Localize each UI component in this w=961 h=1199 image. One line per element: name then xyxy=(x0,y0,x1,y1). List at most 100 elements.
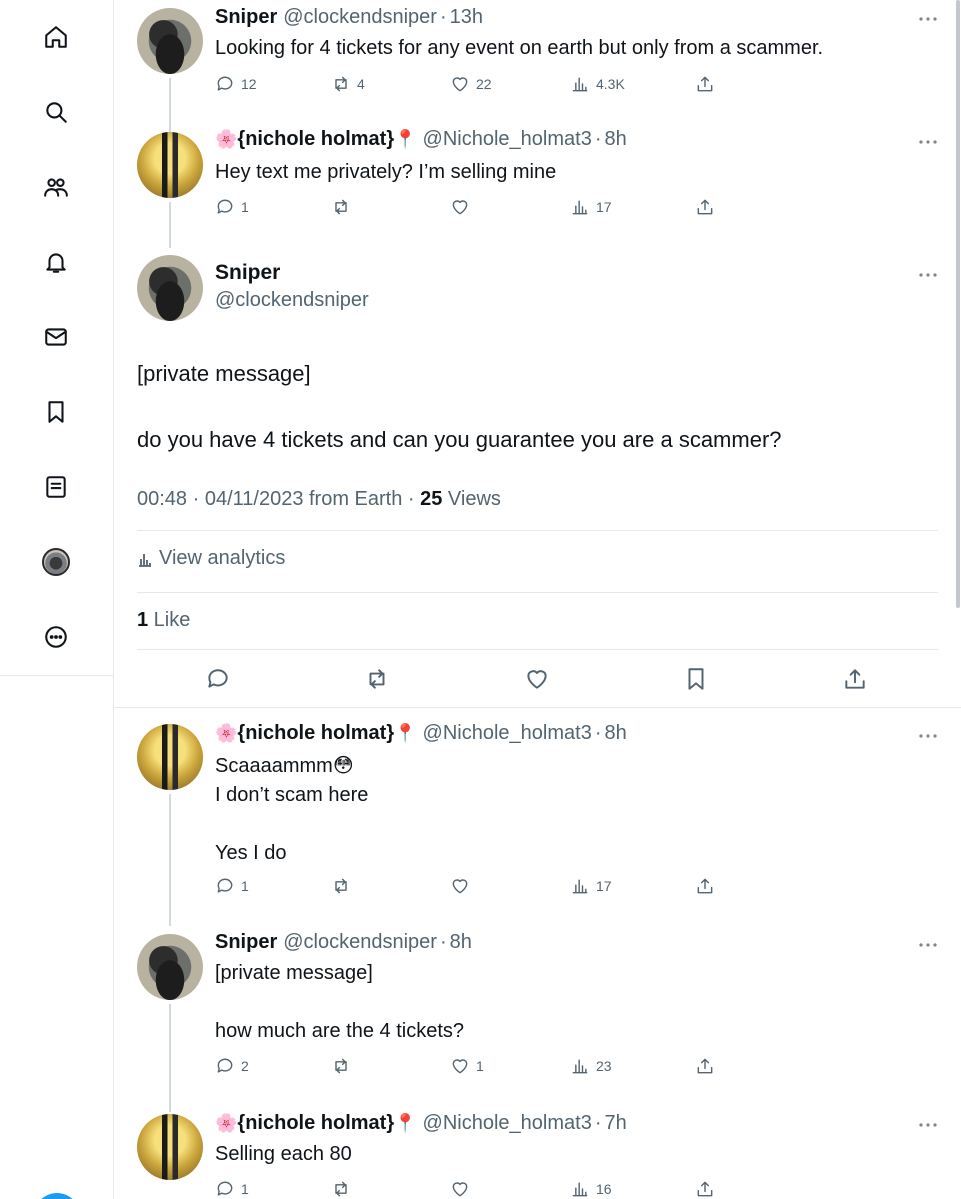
more-circle-icon[interactable] xyxy=(39,620,73,654)
divider xyxy=(114,707,961,708)
reply-icon xyxy=(217,878,233,893)
share-button[interactable] xyxy=(842,666,870,694)
views-label: Views xyxy=(442,488,501,510)
retweet-button[interactable] xyxy=(331,1056,357,1076)
tweet-text: [private message] do you have 4 tickets … xyxy=(137,361,782,452)
timestamp[interactable]: 7h xyxy=(605,1112,627,1135)
author-name[interactable]: Sniper xyxy=(215,261,280,285)
reply-button[interactable]: 2 xyxy=(215,1056,249,1076)
like-button[interactable]: 1 xyxy=(450,1056,484,1076)
heart-icon xyxy=(452,1182,468,1197)
views-button[interactable]: 23 xyxy=(570,1056,612,1076)
timestamp[interactable]: 8h xyxy=(605,722,627,745)
reply-icon xyxy=(208,669,228,688)
avatar[interactable] xyxy=(137,934,203,1000)
share-button[interactable] xyxy=(695,1056,715,1076)
heart-icon xyxy=(452,1059,468,1074)
like-label: Like xyxy=(148,609,191,631)
more-options-icon[interactable] xyxy=(918,268,938,280)
reply-count: 2 xyxy=(241,1058,249,1074)
like-count: 1 xyxy=(137,609,149,631)
reply-button[interactable]: 1 xyxy=(215,876,249,896)
home-icon[interactable] xyxy=(39,20,73,54)
author-name[interactable]: {nichole holmat} xyxy=(237,722,394,745)
more-options-icon[interactable] xyxy=(918,938,938,950)
bookmark-button[interactable] xyxy=(683,666,711,694)
avatar[interactable] xyxy=(137,1114,203,1180)
more-options-icon[interactable] xyxy=(918,729,938,741)
more-options-icon[interactable] xyxy=(918,1118,938,1130)
flower-emoji: 🌸 xyxy=(215,1113,238,1133)
divider xyxy=(137,530,938,531)
compose-button[interactable] xyxy=(34,1193,80,1199)
heart-icon xyxy=(452,879,468,894)
divider xyxy=(137,592,938,593)
like-button[interactable] xyxy=(524,666,552,694)
views-button[interactable]: 16 xyxy=(570,1179,612,1199)
retweet-button[interactable] xyxy=(331,1179,357,1199)
timestamp[interactable]: 00:48 · 04/11/2023 from Earth · xyxy=(137,488,420,510)
view-analytics-label: View analytics xyxy=(159,547,286,569)
share-button[interactable] xyxy=(695,1179,715,1199)
view-count: 16 xyxy=(596,1181,612,1197)
pin-emoji: 📍 xyxy=(394,723,417,743)
like-button[interactable] xyxy=(450,876,476,896)
analytics-icon xyxy=(572,1182,588,1197)
view-count: 23 xyxy=(596,1058,612,1074)
tweet[interactable]: Sniper @clockendsniper · 8h [private mes… xyxy=(114,926,961,1112)
view-analytics-link[interactable]: View analytics xyxy=(137,547,285,570)
focused-tweet: Sniper @clockendsniper [private message]… xyxy=(114,0,961,708)
divider xyxy=(137,649,938,650)
reply-button[interactable]: 1 xyxy=(215,1179,249,1199)
author-handle[interactable]: @clockendsniper xyxy=(283,931,437,954)
author-name[interactable]: {nichole holmat} xyxy=(237,1112,394,1135)
analytics-icon xyxy=(139,553,151,567)
views-button[interactable]: 17 xyxy=(570,876,612,896)
author-handle[interactable]: @Nichole_holmat3 xyxy=(423,1112,592,1135)
flower-emoji: 🌸 xyxy=(215,723,238,743)
reply-button[interactable] xyxy=(205,666,233,694)
scrollbar[interactable] xyxy=(956,0,960,608)
list-icon[interactable] xyxy=(39,470,73,504)
retweet-button[interactable] xyxy=(331,876,357,896)
tweet-text: Scaaaammm😳 I don’t scam here Yes I do xyxy=(215,755,369,864)
bell-icon[interactable] xyxy=(39,245,73,279)
search-icon[interactable] xyxy=(39,95,73,129)
bookmark-icon[interactable] xyxy=(39,395,73,429)
tweet[interactable]: 🌸 {nichole holmat} 📍 @Nichole_holmat3 · … xyxy=(114,716,961,926)
view-count: 25 xyxy=(420,488,443,510)
retweet-icon xyxy=(369,669,385,689)
share-icon xyxy=(697,878,713,894)
separator-dot: · xyxy=(594,1112,602,1134)
mail-icon[interactable] xyxy=(39,320,73,354)
reply-count: 1 xyxy=(241,1181,249,1197)
tweet[interactable]: 🌸 {nichole holmat} 📍 @Nichole_holmat3 · … xyxy=(114,1106,961,1199)
like-count: 1 xyxy=(476,1058,484,1074)
retweet-icon xyxy=(335,878,347,894)
author-handle[interactable]: @clockendsniper xyxy=(215,289,369,312)
reply-count: 1 xyxy=(241,878,249,894)
share-button[interactable] xyxy=(695,876,715,896)
timestamp[interactable]: 8h xyxy=(450,931,472,954)
author-name[interactable]: Sniper xyxy=(215,931,277,954)
tweet-meta: 00:48 · 04/11/2023 from Earth · 25 Views xyxy=(137,488,501,511)
reply-icon xyxy=(217,1181,233,1196)
main-timeline: Sniper @clockendsniper · 13h Looking for… xyxy=(113,0,961,1199)
reply-icon xyxy=(217,1058,233,1073)
bookmark-icon xyxy=(688,668,704,690)
share-icon xyxy=(697,1181,713,1197)
likes-link[interactable]: 1 Like xyxy=(137,609,190,632)
like-button[interactable] xyxy=(450,1179,476,1199)
separator-dot: · xyxy=(594,722,602,744)
profile-avatar[interactable] xyxy=(42,548,70,576)
sidebar xyxy=(0,0,113,676)
avatar[interactable] xyxy=(137,724,203,790)
people-icon[interactable] xyxy=(39,170,73,204)
view-count: 17 xyxy=(596,878,612,894)
thread-line xyxy=(169,1004,171,1112)
author-handle[interactable]: @Nichole_holmat3 xyxy=(423,722,592,745)
retweet-button[interactable] xyxy=(364,666,392,694)
analytics-icon xyxy=(572,879,588,894)
retweet-icon xyxy=(335,1058,347,1074)
avatar[interactable] xyxy=(137,255,203,321)
